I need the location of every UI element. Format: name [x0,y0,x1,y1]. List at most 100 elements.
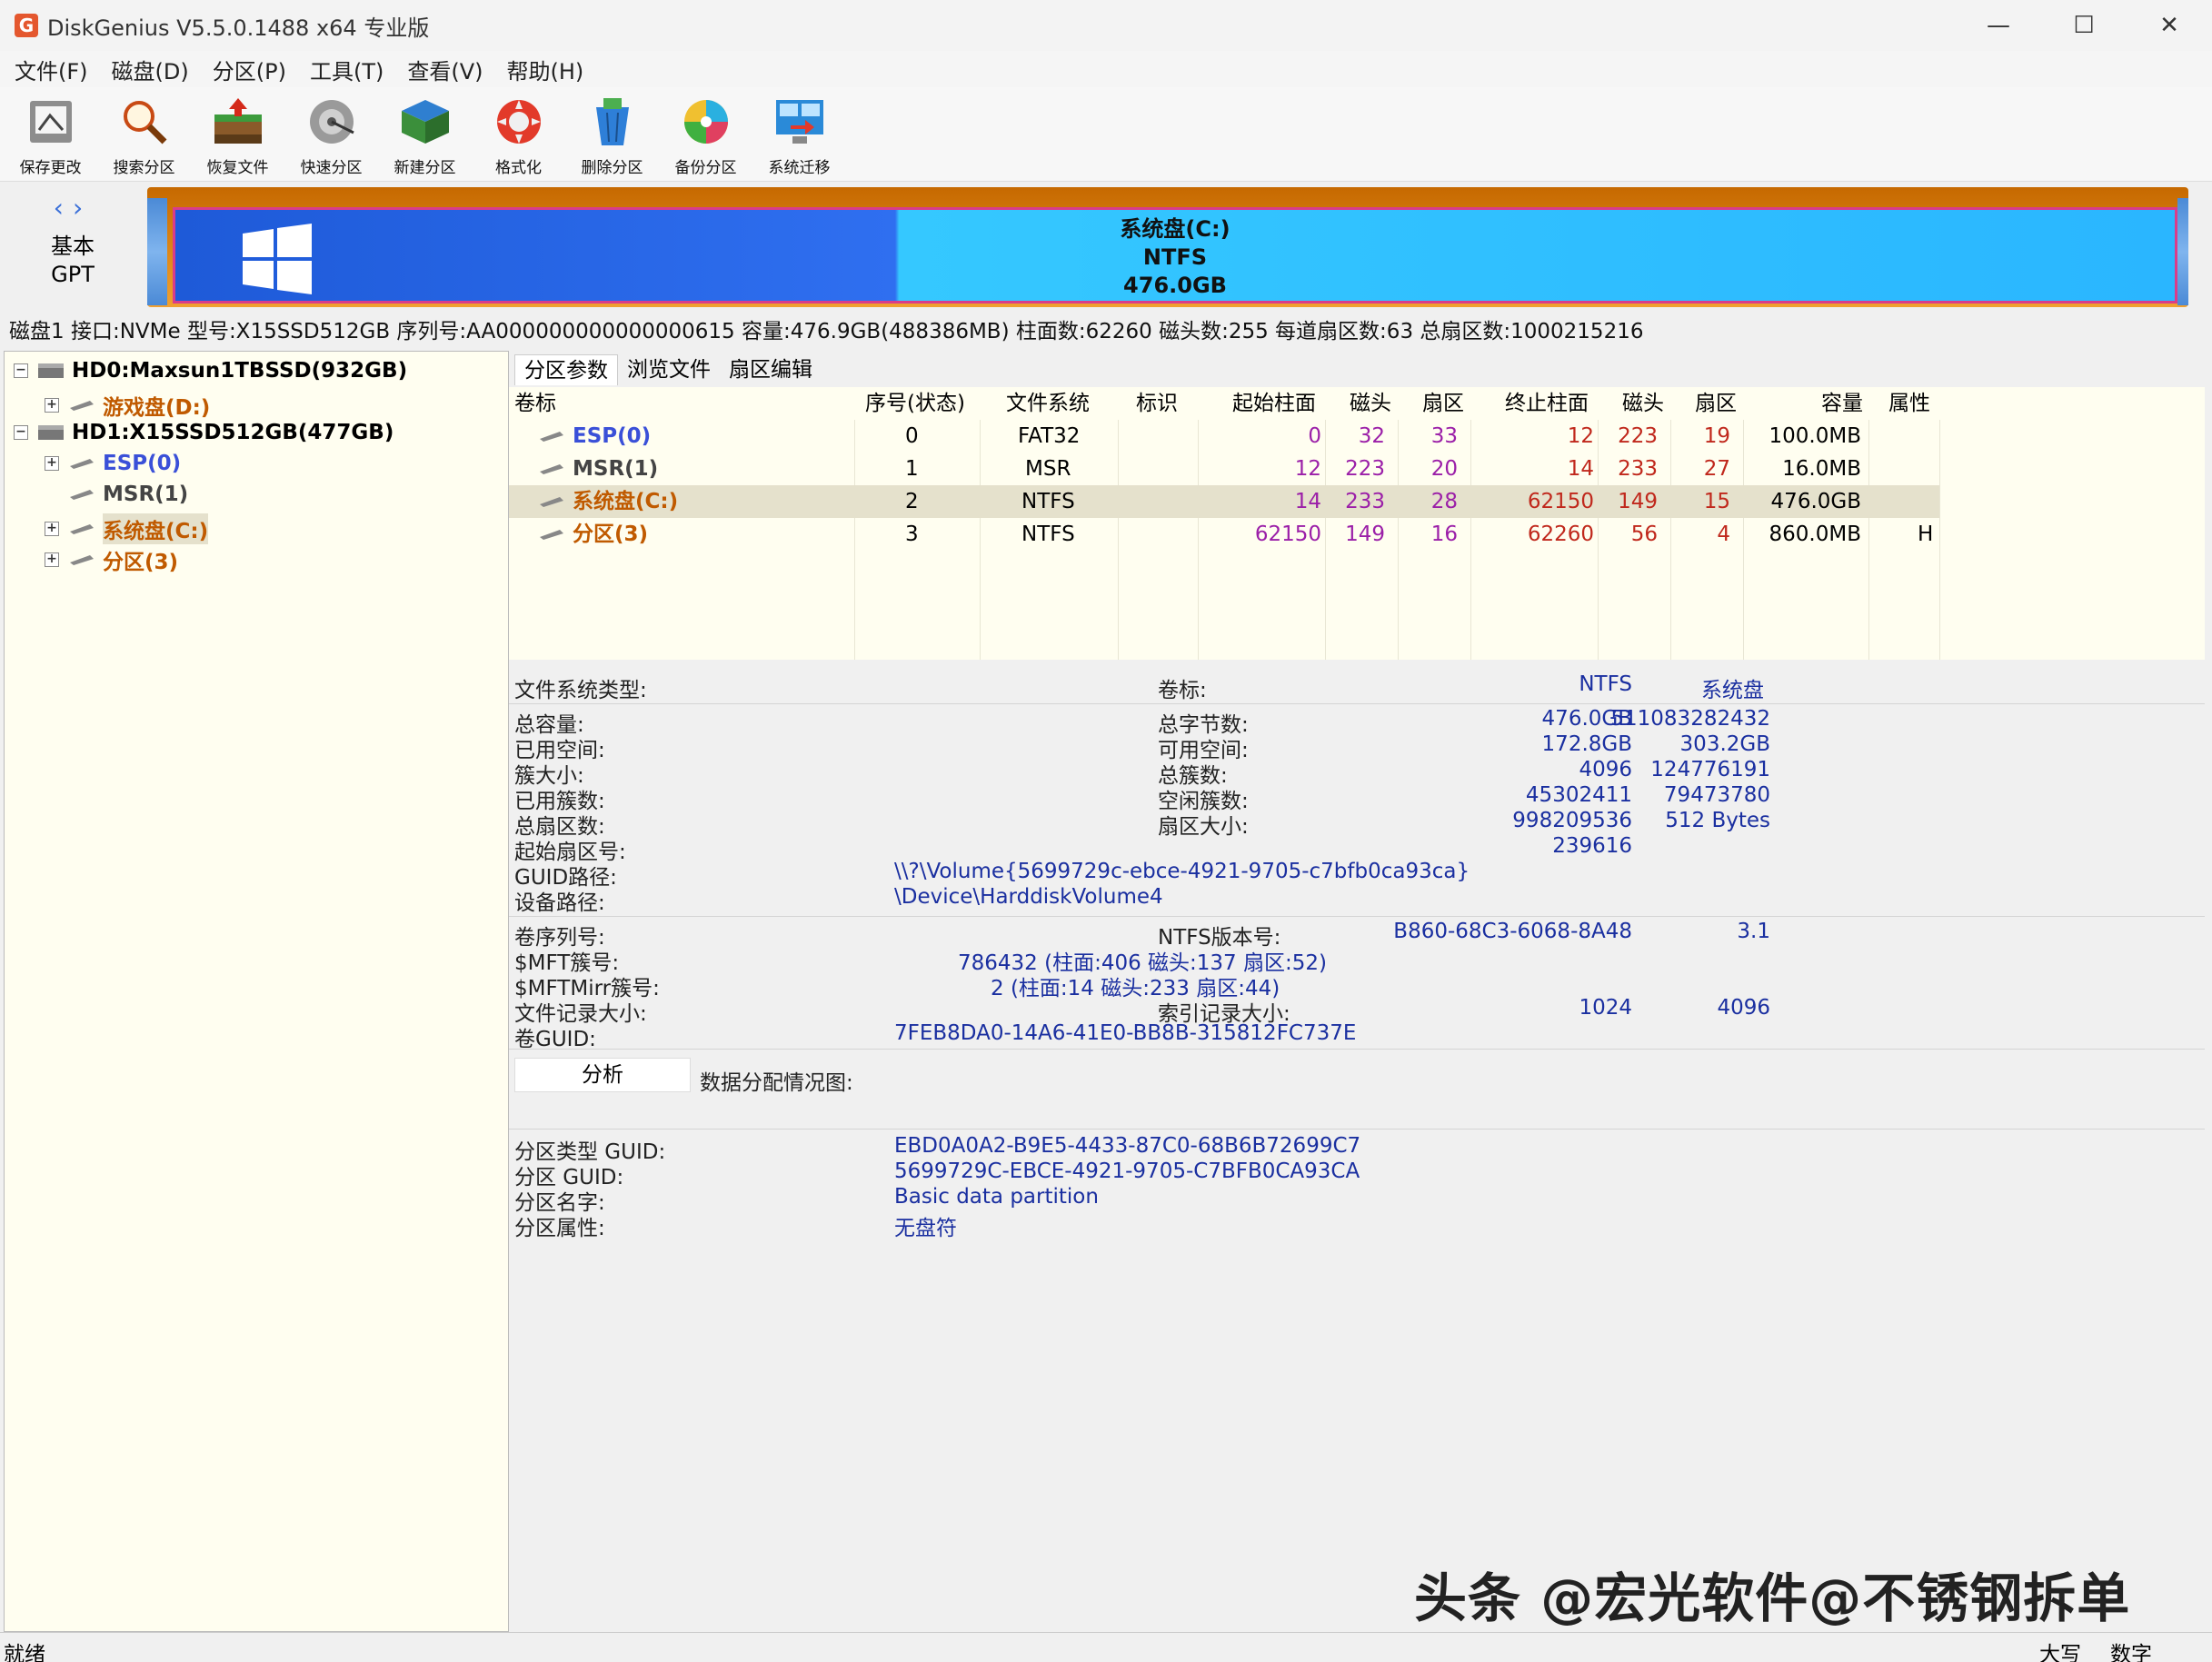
tree-partition-label: ESP(0) [103,452,182,475]
format-icon [492,95,546,149]
menu-file[interactable]: 文件(F) [15,54,88,85]
migrate-icon [772,95,827,149]
partition-icon [540,464,563,474]
menu-bar: 文件(F) 磁盘(D) 分区(P) 工具(T) 查看(V) 帮助(H) [0,51,2212,87]
guid-path-value: \\?\Volume{5699729c-ebce-4921-9705-c7bfb… [894,860,1470,883]
fs-type-value: NTFS [1579,672,1632,696]
watermark-text: 头条 @宏光软件@不锈钢拆单 [1414,1567,2131,1629]
tree-disk-hd0[interactable]: − HD0:Maxsun1TBSSD(932GB) [14,359,407,383]
tree-partition-esp[interactable]: + ESP(0) [45,452,181,475]
partition-block-fs: NTFS [1142,244,1208,270]
collapse-icon[interactable]: − [14,363,28,378]
app-logo-icon: G [15,14,38,37]
col-start-cyl[interactable]: 起始柱面 [1232,387,1316,420]
tab-sector-edit[interactable]: 扇区编辑 [720,354,822,385]
search-partition-button[interactable]: 搜索分区 [97,87,191,178]
tree-disk-label: HD1:X15SSD512GB(477GB) [72,421,394,444]
tree-partition-label: 分区(3) [103,551,179,574]
backup-icon [679,95,733,149]
disk-nav-arrows-icon[interactable]: ‹› [0,193,145,223]
tab-bar: 分区参数 浏览文件 扇区编辑 [514,354,822,385]
menu-disk[interactable]: 磁盘(D) [112,54,189,85]
partition-icon [540,530,563,540]
disk-bar[interactable]: 系统盘(C:) NTFS 476.0GB [147,187,2188,307]
partition-block-size: 476.0GB [1123,273,1227,298]
partition-block-system[interactable]: 系统盘(C:) NTFS 476.0GB [173,207,2177,304]
tree-partition-label: 游戏盘(D:) [103,396,211,420]
partition-details: 文件系统类型: NTFS 卷标: 系统盘 总容量: 476.0GB 总字节数: … [509,660,2205,1632]
analyze-button[interactable]: 分析 [514,1058,691,1092]
close-button[interactable]: ✕ [2127,0,2212,51]
recover-files-button[interactable]: 恢复文件 [191,87,284,178]
title-bar: G DiskGenius V5.5.0.1488 x64 专业版 — ☐ ✕ [0,0,2212,51]
save-icon [24,95,78,149]
data-allocation-label: 数据分配情况图: [700,1071,853,1095]
disk-strip-left [147,198,167,305]
col-start-head[interactable]: 磁头 [1350,387,1391,420]
menu-tools[interactable]: 工具(T) [310,54,384,85]
format-button[interactable]: 格式化 [472,87,565,178]
collapse-icon[interactable]: − [14,425,28,440]
tree-disk-hd1[interactable]: − HD1:X15SSD512GB(477GB) [14,421,394,444]
recover-icon [211,95,265,149]
col-end-head[interactable]: 磁头 [1622,387,1664,420]
expand-icon[interactable]: + [45,398,59,413]
table-row[interactable]: ESP(0) 0 FAT32 0 32 33 12 223 19 100.0MB [509,420,2205,453]
search-icon [117,95,172,149]
col-attr[interactable]: 属性 [1888,387,1930,420]
volume-label-value: 系统盘 [1701,679,1764,702]
partition-icon [540,432,563,442]
partition-block-name: 系统盘(C:) [1120,216,1231,242]
col-start-sector[interactable]: 扇区 [1422,387,1464,420]
expand-icon[interactable]: + [45,522,59,536]
maximize-button[interactable]: ☐ [2041,0,2127,51]
partition-table: 卷标 序号(状态) 文件系统 标识 起始柱面 磁头 扇区 终止柱面 磁头 扇区 … [509,387,2205,660]
tree-partition-3[interactable]: + 分区(3) [45,544,178,575]
tree-disk-label: HD0:Maxsun1TBSSD(932GB) [72,359,408,383]
tree-partition-c[interactable]: + 系统盘(C:) [45,513,209,544]
col-end-sector[interactable]: 扇区 [1695,387,1737,420]
minimize-button[interactable]: — [1956,0,2041,51]
disk-tree: − HD0:Maxsun1TBSSD(932GB) + 游戏盘(D:) − HD… [4,351,509,1632]
tree-partition-msr[interactable]: MSR(1) [68,483,188,506]
expand-icon[interactable]: + [45,552,59,567]
quick-partition-button[interactable]: 快速分区 [284,87,378,178]
menu-view[interactable]: 查看(V) [407,54,483,85]
col-index[interactable]: 序号(状态) [865,387,965,420]
expand-icon[interactable]: + [45,456,59,471]
status-text: 就绪 [4,1643,45,1662]
disk-type-gpt: GPT [51,262,95,287]
num-lock-indicator: 数字 [2110,1643,2152,1662]
quick-partition-icon [304,95,359,149]
disk-info-line: 磁盘1 接口:NVMe 型号:X15SSD512GB 序列号:AA0000000… [9,320,1644,343]
col-flag[interactable]: 标识 [1136,387,1178,420]
delete-partition-button[interactable]: 删除分区 [565,87,659,178]
disk-strip-right [2177,198,2188,305]
tab-partition-params[interactable]: 分区参数 [514,354,618,385]
table-header: 卷标 序号(状态) 文件系统 标识 起始柱面 磁头 扇区 终止柱面 磁头 扇区 … [509,387,2205,420]
col-end-cyl[interactable]: 终止柱面 [1505,387,1589,420]
col-capacity[interactable]: 容量 [1821,387,1863,420]
new-partition-button[interactable]: 新建分区 [378,87,472,178]
partition-icon [70,555,94,565]
col-filesystem[interactable]: 文件系统 [1006,387,1090,420]
table-row[interactable]: 分区(3) 3 NTFS 62150 149 16 62260 56 4 860… [509,518,2205,551]
tree-partition-d[interactable]: + 游戏盘(D:) [45,390,210,421]
table-row[interactable]: 系统盘(C:) 2 NTFS 14 233 28 62150 149 15 47… [509,485,1939,518]
window-title: DiskGenius V5.5.0.1488 x64 专业版 [47,15,430,41]
table-row[interactable]: MSR(1) 1 MSR 12 223 20 14 233 27 16.0MB [509,453,2205,485]
partition-icon [70,524,94,534]
backup-partition-button[interactable]: 备份分区 [659,87,752,178]
system-migrate-button[interactable]: 系统迁移 [752,87,846,178]
save-changes-button[interactable]: 保存更改 [4,87,97,178]
right-pane: 分区参数 浏览文件 扇区编辑 卷标 序号(状态) 文件系统 标识 起始柱面 磁头… [509,351,2212,1632]
partition-icon [70,490,94,500]
menu-help[interactable]: 帮助(H) [507,54,584,85]
menu-partition[interactable]: 分区(P) [213,54,286,85]
status-bar: 就绪 大写 数字 [0,1632,2212,1662]
new-partition-icon [398,95,453,149]
toolbar: 保存更改 搜索分区 恢复文件 快速分区 新建分区 格式化 删除分区 备份分区 系… [0,87,2212,182]
tab-browse-files[interactable]: 浏览文件 [618,354,720,385]
tree-partition-label: MSR(1) [103,483,189,506]
col-volume[interactable]: 卷标 [514,387,556,420]
